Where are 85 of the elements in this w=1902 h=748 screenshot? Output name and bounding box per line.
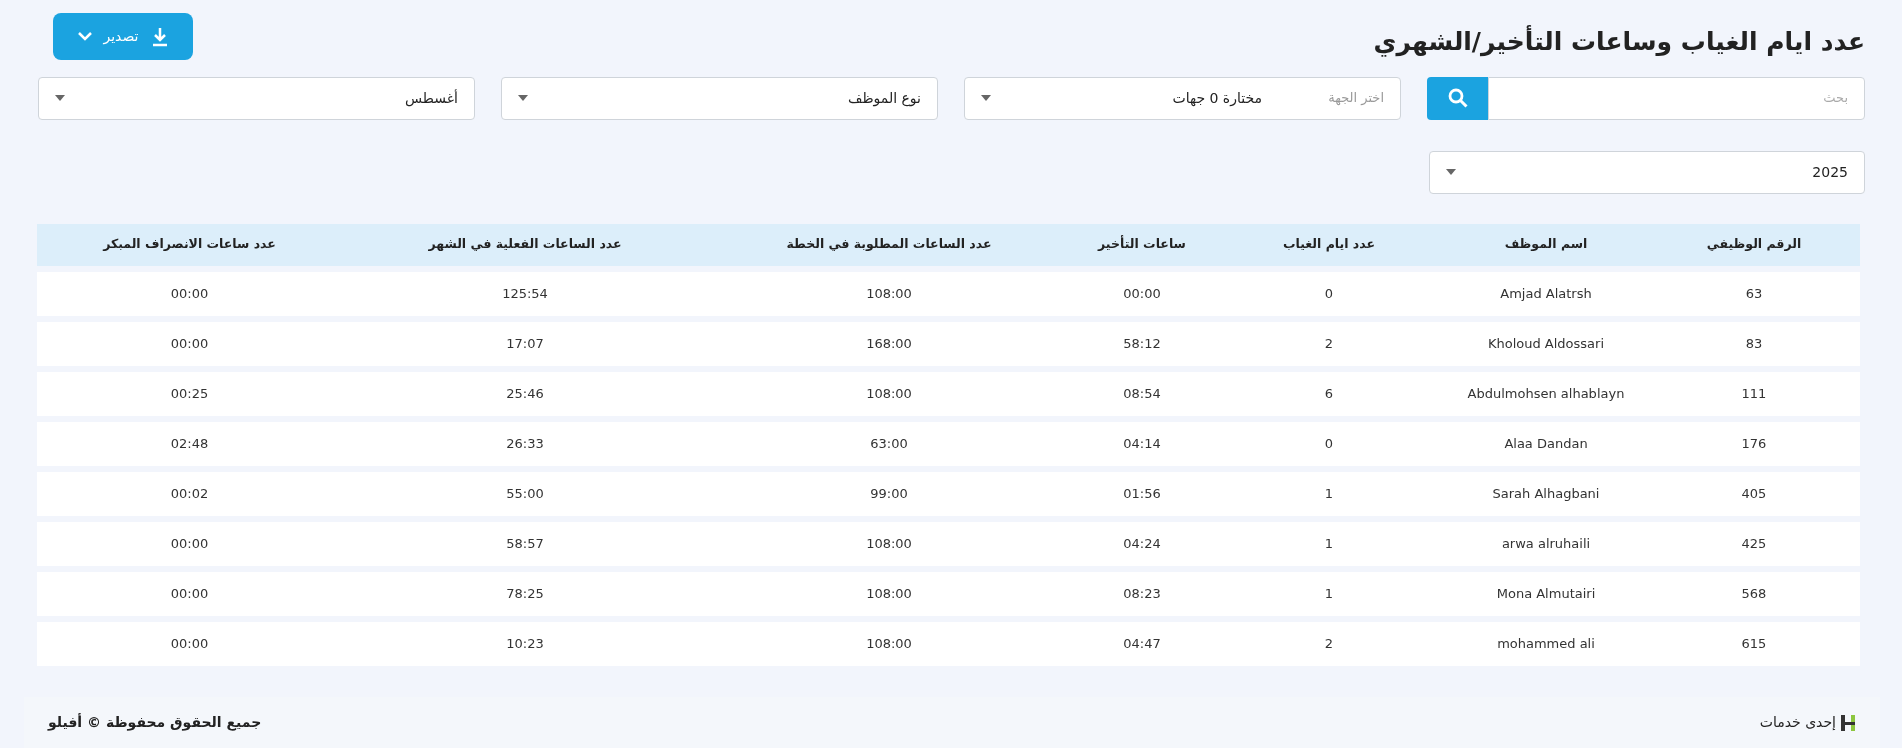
service-text: إحدى خدمات	[1759, 713, 1836, 732]
table-cell-text: 168:00	[865, 334, 913, 353]
table-cell-text: 55:00	[505, 484, 545, 503]
copyright-text: جميع الحقوق محفوظة © أفيلو	[48, 712, 262, 733]
table-cell-text: 176	[1740, 434, 1768, 453]
table-cell-text: 00:02	[169, 484, 210, 503]
table-cell-text: 1	[1323, 534, 1335, 553]
table-cell-text: 00:00	[169, 284, 210, 303]
table-cell-text: 2	[1323, 334, 1335, 353]
table-cell-text: 108:00	[865, 634, 913, 653]
table-cell-text: 78:25	[505, 584, 545, 603]
table-cell-text: 83	[1744, 334, 1764, 353]
table-cell-text: 0	[1323, 284, 1335, 303]
table-cell-text: 04:14	[1122, 434, 1162, 453]
table-cell-text: 10:23	[505, 634, 545, 653]
search-button[interactable]	[1427, 76, 1488, 120]
caret-icon	[518, 95, 528, 101]
table-cell-text: 108:00	[865, 384, 913, 403]
table-cell-text: 04:24	[1122, 534, 1162, 553]
table-cell-text: 08:23	[1122, 584, 1162, 603]
table-cell-text: 00:00	[169, 634, 210, 653]
table-cell-text: 0	[1323, 434, 1335, 453]
table-cell-text: 58:12	[1122, 334, 1162, 353]
caret-icon	[1446, 169, 1456, 175]
field-placeholder: اختر الجهة	[1327, 89, 1384, 108]
table-cell-text: 108:00	[865, 534, 913, 553]
table-cell-text: 108:00	[865, 584, 913, 603]
column-header: عدد ايام الغياب	[1281, 235, 1377, 254]
table-cell-text: 99:00	[869, 484, 909, 503]
page-title: عدد ايام الغياب وساعات التأخير/الشهري	[1373, 24, 1865, 59]
column-header: ساعات التأخير	[1096, 235, 1187, 254]
table-cell-text: 6	[1323, 384, 1335, 403]
download-icon	[150, 26, 169, 47]
table-cell-text: 25:46	[505, 384, 545, 403]
table-cell-text: 00:00	[169, 334, 210, 353]
table-cell-text: 17:07	[505, 334, 545, 353]
table-cell-text: 425	[1740, 534, 1768, 553]
table-cell-text: 111	[1740, 384, 1768, 403]
column-header: عدد الساعات المطلوبة في الخطة	[785, 235, 993, 254]
table-cell-text: 01:56	[1122, 484, 1162, 503]
chevron-down-icon	[77, 32, 92, 41]
table-cell-text: 63	[1744, 284, 1764, 303]
column-header: الرقم الوظيفي	[1705, 235, 1803, 254]
column-header: عدد الساعات الفعلية في الشهر	[427, 235, 623, 254]
table-cell-text: 568	[1740, 584, 1768, 603]
table-cell-text: 08:54	[1122, 384, 1162, 403]
field-value: مختارة 0 جهات	[1171, 88, 1262, 109]
table-cell-text: Kholoud Aldossari	[1486, 334, 1606, 353]
table-cell-text: 02:48	[169, 434, 210, 453]
table-cell-text: Amjad Alatrsh	[1499, 284, 1593, 303]
table-cell-text: 125:54	[501, 284, 549, 303]
table-cell-text: 108:00	[865, 284, 913, 303]
table-cell-text: 00:25	[169, 384, 210, 403]
table-cell-text: Abdulmohsen alhablayn	[1466, 384, 1626, 403]
table-cell-text: 1	[1323, 484, 1335, 503]
table-cell-text: arwa alruhaili	[1500, 534, 1592, 553]
table-cell-text: 1	[1323, 584, 1335, 603]
logo-icon	[1840, 713, 1856, 732]
table-cell-text: mohammed ali	[1496, 634, 1596, 653]
table-cell-text: 00:00	[1122, 284, 1162, 303]
column-header: اسم الموظف	[1503, 235, 1589, 254]
table-cell-text: Mona Almutairi	[1495, 584, 1597, 603]
month-select[interactable]: أغسطس	[38, 76, 475, 120]
table-cell-text: 63:00	[869, 434, 909, 453]
caret-icon	[981, 95, 991, 101]
table-cell-text: 2	[1323, 634, 1335, 653]
table-cell-text: 58:57	[505, 534, 545, 553]
department-select[interactable]: اختر الجهة مختارة 0 جهات	[964, 76, 1401, 120]
table-cell-text: 00:00	[169, 534, 210, 553]
table-cell-text: 04:47	[1122, 634, 1162, 653]
search-icon	[1447, 88, 1468, 108]
table-cell-text: 26:33	[505, 434, 545, 453]
table-cell-text: Sarah Alhagbani	[1491, 484, 1601, 503]
field-value: نوع الموظف	[846, 88, 921, 109]
field-value: أغسطس	[403, 88, 458, 109]
column-header: عدد ساعات الانصراف المبكر	[101, 235, 277, 254]
table-cell-text: 405	[1740, 484, 1768, 503]
employee-type-select[interactable]: نوع الموظف	[501, 76, 938, 120]
table-cell-text: 615	[1740, 634, 1768, 653]
search-field[interactable]: بحث	[1488, 76, 1865, 120]
table-cell-text: 00:00	[169, 584, 210, 603]
year-select[interactable]: 2025	[1429, 150, 1865, 194]
field-value: 2025	[1811, 162, 1848, 182]
table-cell-text: Alaa Dandan	[1503, 434, 1589, 453]
caret-icon	[55, 95, 65, 101]
